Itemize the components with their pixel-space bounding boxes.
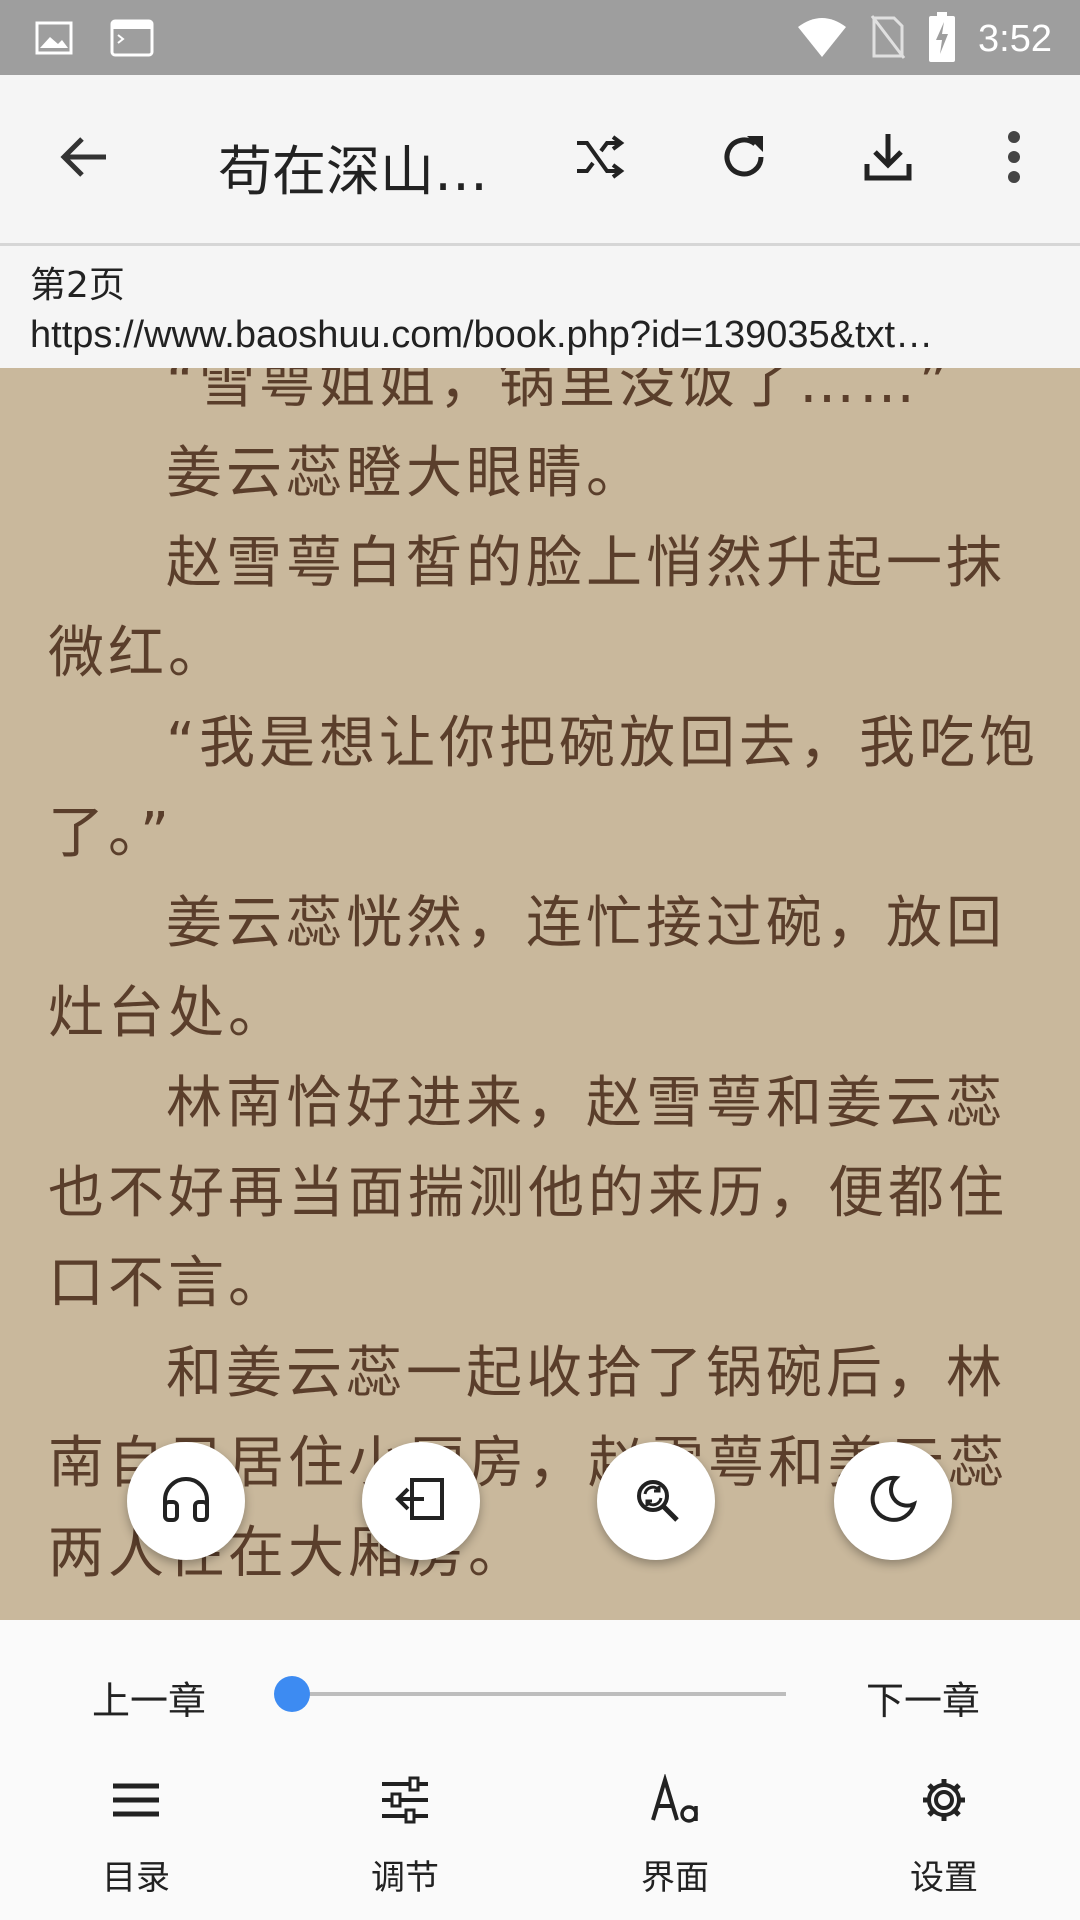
refresh-icon bbox=[717, 130, 771, 188]
menu-interface[interactable]: 界面 bbox=[595, 1770, 755, 1910]
image-icon bbox=[34, 18, 74, 62]
download-icon bbox=[861, 130, 915, 188]
bottom-panel: 上一章 下一章 目录 调节 界面 设置 bbox=[0, 1620, 1080, 1920]
book-title: 苟在深山… bbox=[218, 140, 488, 203]
font-icon bbox=[645, 1770, 705, 1830]
terminal-icon bbox=[110, 18, 154, 62]
page-url[interactable]: https://www.baoshuu.com/book.php?id=1390… bbox=[30, 314, 1050, 357]
menu-label: 调节 bbox=[371, 1858, 439, 1898]
text-line: 也不好再当面揣测他的来历，便都住 bbox=[48, 1161, 1008, 1226]
menu-label: 目录 bbox=[102, 1858, 170, 1898]
search-replace-icon bbox=[629, 1472, 683, 1530]
clock: 3:52 bbox=[978, 17, 1052, 60]
text-line: 赵雪萼白皙的脸上悄然升起一抹 bbox=[166, 531, 1006, 596]
page-number: 第2页 bbox=[30, 265, 125, 306]
text-line: 和姜云蕊一起收拾了锅碗后，林 bbox=[166, 1341, 1006, 1406]
reading-content[interactable]: “雪萼姐姐，锅里没饭了……” 姜云蕊瞪大眼睛。 赵雪萼白皙的脸上悄然升起一抹 微… bbox=[0, 368, 1080, 1620]
chapter-progress-slider[interactable] bbox=[292, 1692, 786, 1696]
text-line: 微红。 bbox=[48, 621, 228, 686]
text-line: “我是想让你把碗放回去，我吃饱 bbox=[166, 711, 1040, 776]
next-chapter-button[interactable]: 下一章 bbox=[866, 1670, 980, 1725]
change-source-button[interactable] bbox=[560, 119, 640, 199]
back-arrow-icon bbox=[58, 131, 110, 187]
text-line: 姜云蕊恍然，连忙接过碗，放回 bbox=[166, 891, 1006, 956]
no-sim-icon bbox=[870, 14, 906, 64]
wifi-icon bbox=[796, 15, 848, 63]
exit-icon bbox=[394, 1474, 448, 1528]
moon-icon bbox=[868, 1474, 918, 1528]
text-line: 灶台处。 bbox=[48, 981, 288, 1046]
menu-label: 设置 bbox=[910, 1858, 978, 1898]
text-line: 了。” bbox=[48, 801, 174, 866]
slider-thumb[interactable] bbox=[274, 1676, 310, 1712]
refresh-button[interactable] bbox=[704, 119, 784, 199]
auto-page-button[interactable] bbox=[362, 1442, 480, 1560]
text-line: 口不言。 bbox=[48, 1251, 288, 1316]
more-options-button[interactable] bbox=[974, 119, 1054, 199]
text-line: 林南恰好进来，赵雪萼和姜云蕊 bbox=[166, 1071, 1006, 1136]
night-mode-button[interactable] bbox=[834, 1442, 952, 1560]
tune-icon bbox=[375, 1770, 435, 1830]
download-button[interactable] bbox=[848, 119, 928, 199]
menu-catalog[interactable]: 目录 bbox=[56, 1770, 216, 1910]
list-icon bbox=[106, 1770, 166, 1830]
menu-settings[interactable]: 设置 bbox=[864, 1770, 1024, 1910]
prev-chapter-button[interactable]: 上一章 bbox=[92, 1670, 206, 1725]
back-button[interactable] bbox=[44, 119, 124, 199]
top-toolbar: 苟在深山… bbox=[0, 75, 1080, 243]
search-replace-button[interactable] bbox=[597, 1442, 715, 1560]
more-vert-icon bbox=[1004, 130, 1024, 188]
menu-label: 界面 bbox=[641, 1858, 709, 1898]
read-aloud-button[interactable] bbox=[127, 1442, 245, 1560]
gear-icon bbox=[914, 1770, 974, 1830]
text-line: “雪萼姐姐，锅里没饭了……” bbox=[166, 368, 953, 416]
page-info-bar: 第2页 https://www.baoshuu.com/book.php?id=… bbox=[0, 243, 1080, 368]
shuffle-icon bbox=[573, 133, 627, 185]
text-line: 姜云蕊瞪大眼睛。 bbox=[166, 441, 646, 506]
status-bar: 3:52 bbox=[0, 0, 1080, 75]
menu-adjust[interactable]: 调节 bbox=[325, 1770, 485, 1910]
battery-charging-icon bbox=[928, 12, 956, 66]
headphones-icon bbox=[159, 1474, 213, 1528]
